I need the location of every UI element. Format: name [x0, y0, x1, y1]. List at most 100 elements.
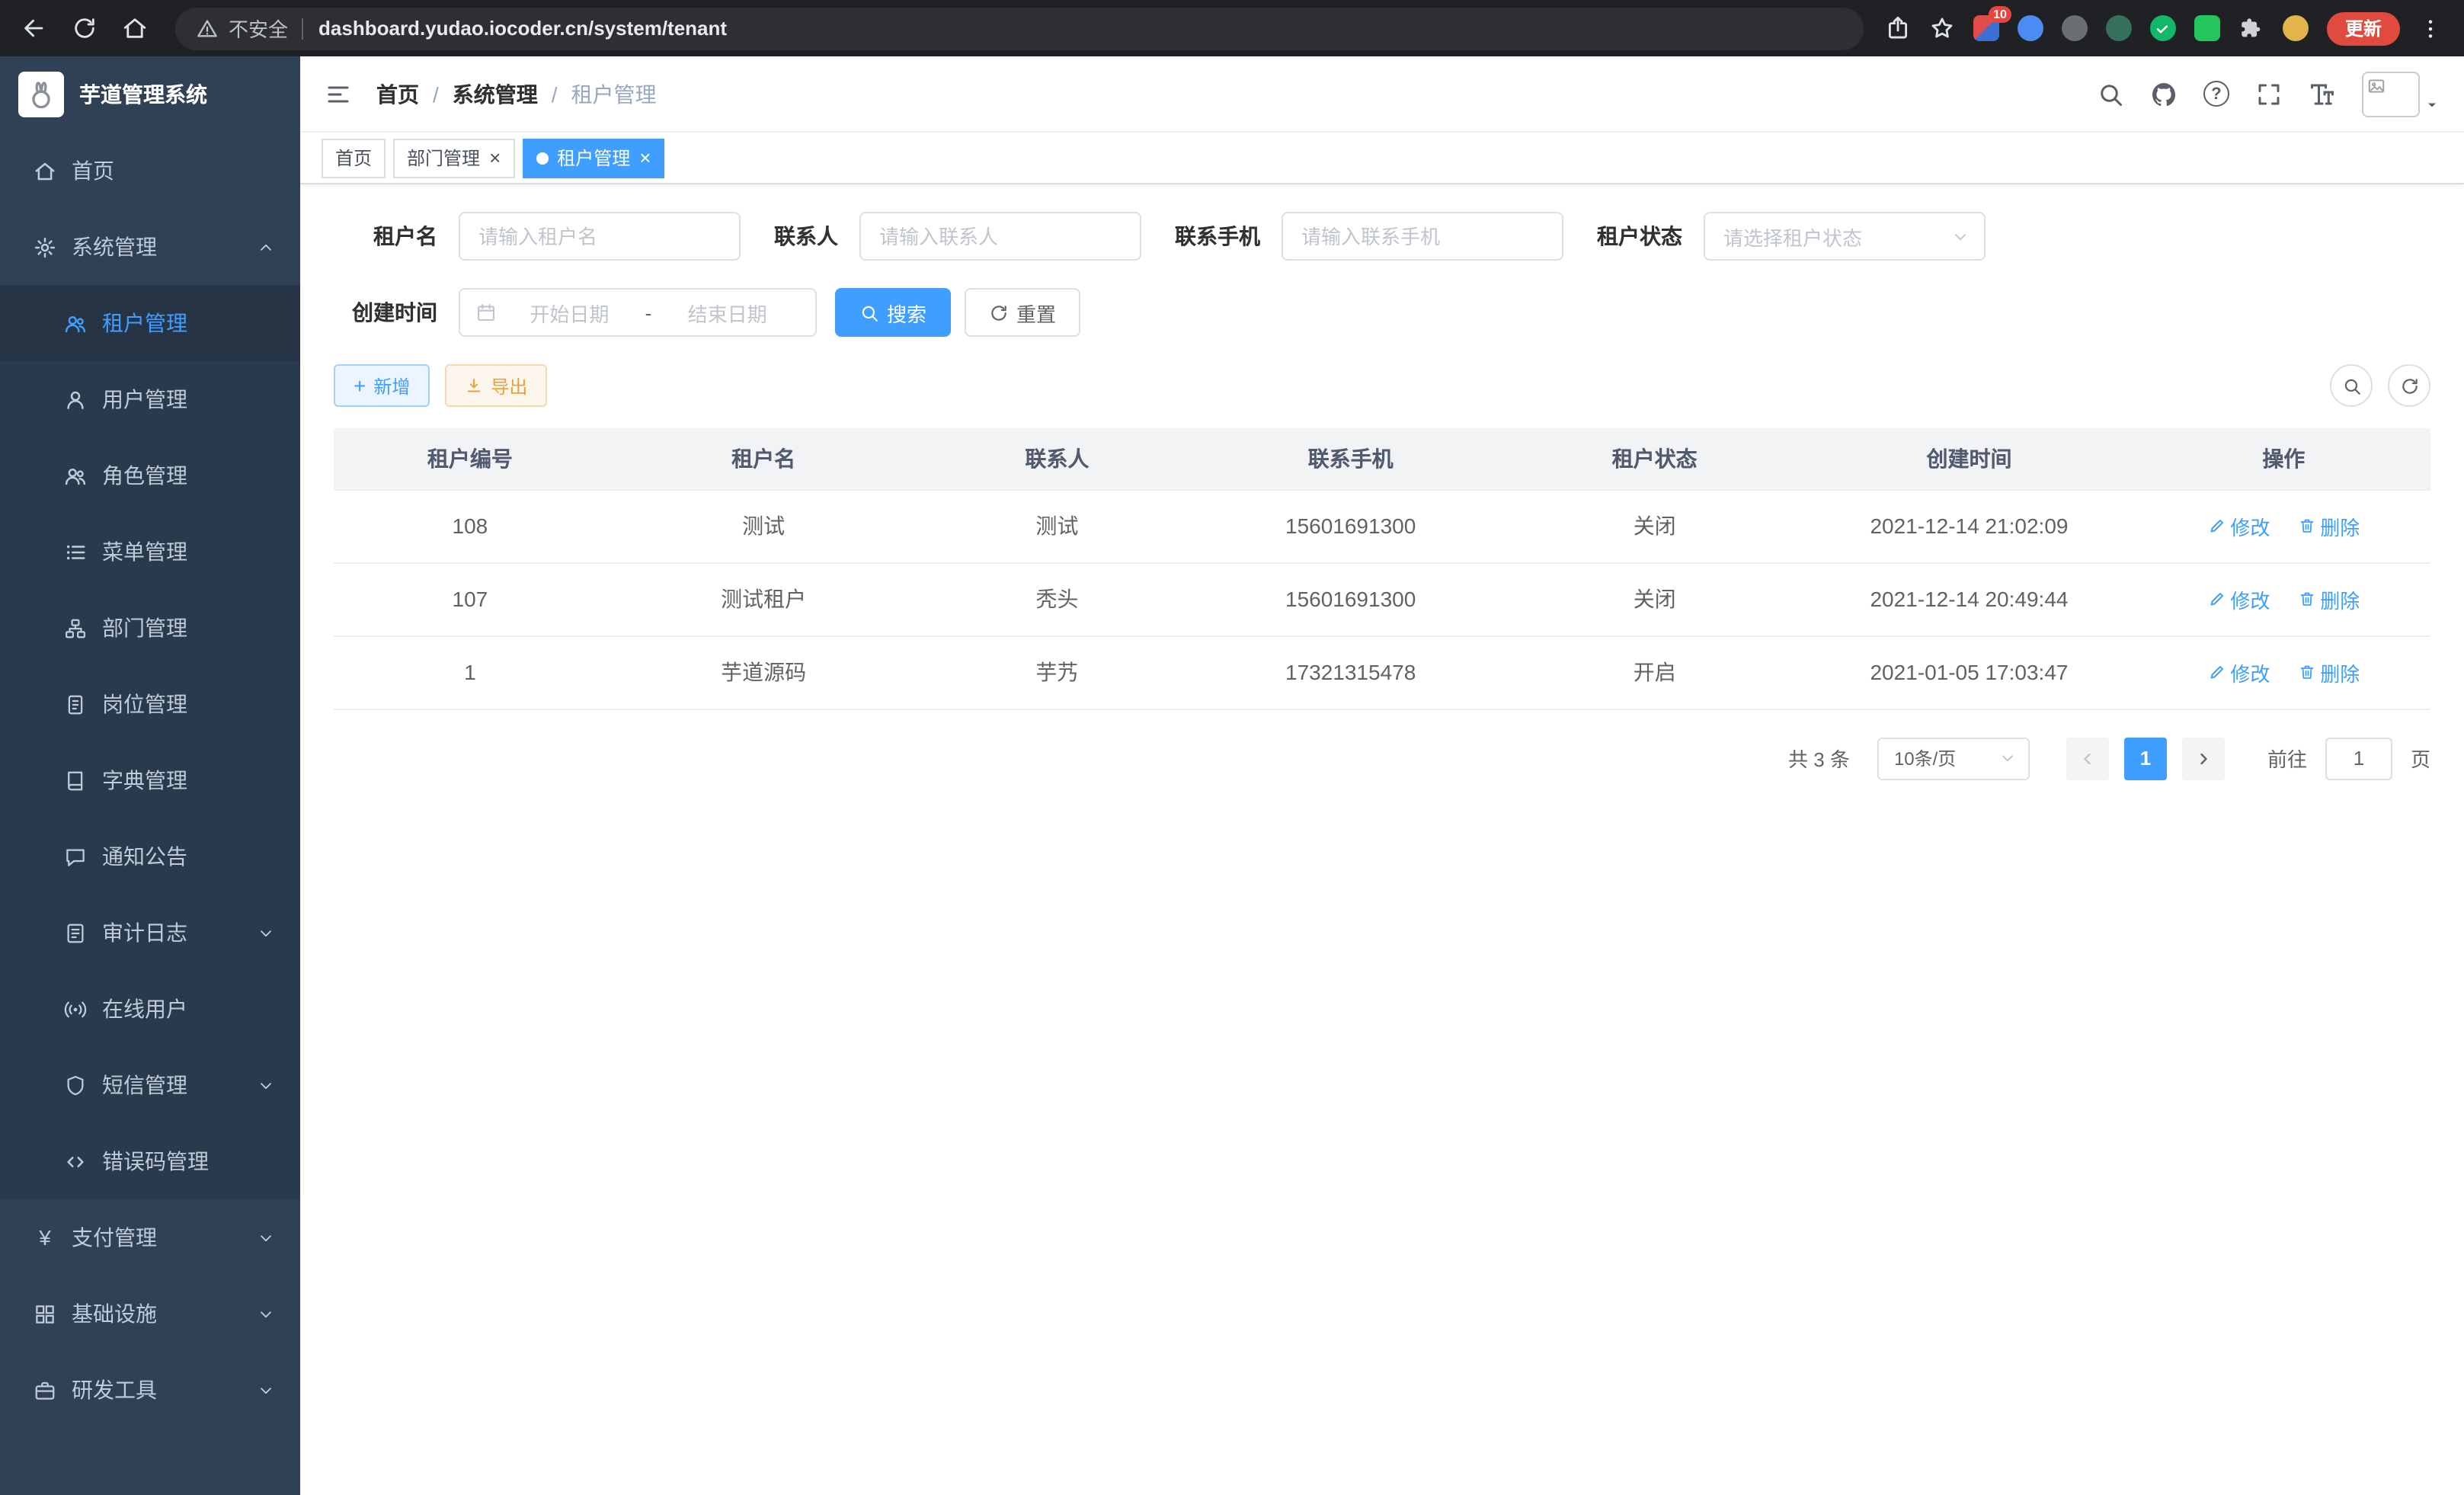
app-logo[interactable]: 芋道管理系统 [0, 56, 300, 133]
delete-link[interactable]: 删除 [2297, 511, 2360, 540]
phone-input[interactable] [1282, 212, 1563, 261]
browser-reload-icon[interactable] [72, 15, 98, 41]
extension-icon-2[interactable] [2018, 15, 2043, 41]
home-icon [34, 159, 56, 182]
extension-icon-5[interactable] [2150, 15, 2176, 41]
browser-right-controls: 10 更新 [1879, 11, 2449, 45]
table-row: 1 芋道源码 芋艿 17321315478 开启 2021-01-05 17:0… [334, 635, 2430, 709]
edit-link[interactable]: 修改 [2207, 511, 2270, 540]
browser-home-icon[interactable] [122, 15, 148, 41]
broken-image-icon [2366, 75, 2386, 95]
system-submenu: 租户管理 用户管理 角色管理 菜单管理 [0, 285, 300, 1199]
edit-pencil-icon [2207, 663, 2226, 681]
chevron-down-icon [258, 1229, 274, 1246]
refresh-table-button[interactable] [2388, 364, 2430, 407]
page-size-select[interactable]: 10条/页 [1877, 737, 2030, 780]
sidebar-item-dept[interactable]: 部门管理 [0, 590, 300, 666]
log-icon [64, 921, 87, 944]
tab-tenant[interactable]: 租户管理 × [522, 138, 664, 178]
status-text: 开启 [1508, 635, 1801, 709]
sidebar-item-dict[interactable]: 字典管理 [0, 742, 300, 818]
user-avatar-dropdown[interactable] [2362, 71, 2440, 117]
download-icon [465, 376, 483, 395]
edit-link[interactable]: 修改 [2207, 658, 2270, 687]
breadcrumb-home[interactable]: 首页 [376, 78, 419, 109]
sidebar-item-error-code[interactable]: 错误码管理 [0, 1123, 300, 1199]
browser-back-icon[interactable] [21, 15, 47, 41]
bookmark-star-icon[interactable] [1929, 15, 1955, 41]
header-search-icon[interactable] [2097, 80, 2124, 107]
reset-button[interactable]: 重置 [965, 288, 1080, 337]
tenant-name-input[interactable] [459, 212, 741, 261]
delete-link[interactable]: 删除 [2297, 658, 2360, 687]
code-icon [64, 1150, 87, 1173]
sidebar-item-role[interactable]: 角色管理 [0, 437, 300, 514]
sidebar-toggle-icon[interactable] [325, 80, 352, 107]
trash-icon [2297, 590, 2315, 608]
edit-pencil-icon [2207, 517, 2226, 535]
sidebar-item-audit-log[interactable]: 审计日志 [0, 895, 300, 971]
tab-home[interactable]: 首页 [322, 138, 386, 178]
next-page-button[interactable] [2182, 737, 2225, 780]
address-bar[interactable]: 不安全 dashboard.yudao.iocoder.cn/system/te… [175, 7, 1864, 50]
edit-pencil-icon [2207, 590, 2226, 608]
search-button[interactable]: 搜索 [835, 288, 951, 337]
sidebar-item-sms[interactable]: 短信管理 [0, 1047, 300, 1123]
pagination: 共 3 条 10条/页 1 前往 页 [334, 737, 2430, 780]
url-text: dashboard.yudao.iocoder.cn/system/tenant [318, 17, 727, 40]
prev-page-button[interactable] [2066, 737, 2109, 780]
browser-menu-icon[interactable] [2418, 16, 2443, 40]
app-window: 芋道管理系统 首页 系统管理 租户管理 [0, 56, 2464, 1495]
sidebar-item-menu[interactable]: 菜单管理 [0, 514, 300, 590]
col-tenant-id: 租户编号 [334, 428, 606, 489]
book-icon [64, 769, 87, 792]
gear-icon [34, 235, 56, 258]
tab-close-icon[interactable]: × [639, 148, 651, 168]
font-size-icon[interactable] [2309, 80, 2336, 107]
create-time-range-picker[interactable]: 开始日期 - 结束日期 [459, 288, 817, 337]
sidebar-item-infra[interactable]: 基础设施 [0, 1276, 300, 1352]
fullscreen-icon[interactable] [2255, 80, 2283, 107]
extension-icon-1[interactable]: 10 [1973, 15, 1999, 41]
toggle-search-button[interactable] [2330, 364, 2373, 407]
browser-profile-avatar[interactable] [2283, 15, 2309, 41]
chrome-update-button[interactable]: 更新 [2327, 11, 2400, 45]
extension-icon-3[interactable] [2062, 15, 2088, 41]
chevron-right-icon [2194, 749, 2213, 767]
page-number-button[interactable]: 1 [2124, 737, 2167, 780]
extension-icon-4[interactable] [2106, 15, 2132, 41]
tab-dept[interactable]: 部门管理 × [393, 138, 514, 178]
tab-close-icon[interactable]: × [489, 148, 501, 168]
tenant-status-select[interactable]: 请选择租户状态 [1704, 212, 1986, 261]
menu-list-icon [64, 540, 87, 563]
sidebar-item-notice[interactable]: 通知公告 [0, 818, 300, 895]
sidebar-item-online-user[interactable]: 在线用户 [0, 971, 300, 1047]
sidebar-item-post[interactable]: 岗位管理 [0, 666, 300, 742]
security-label: 不安全 [229, 14, 288, 43]
sidebar-item-user[interactable]: 用户管理 [0, 361, 300, 437]
extensions-puzzle-icon[interactable] [2238, 15, 2264, 41]
sidebar-item-payment[interactable]: ¥ 支付管理 [0, 1199, 300, 1276]
sidebar-item-system[interactable]: 系统管理 [0, 209, 300, 285]
extension-icon-6[interactable] [2194, 15, 2220, 41]
breadcrumb-system[interactable]: 系统管理 [453, 78, 538, 109]
goto-page-input[interactable] [2325, 737, 2392, 780]
sidebar-item-home[interactable]: 首页 [0, 133, 300, 209]
add-button[interactable]: + 新增 [334, 364, 430, 407]
browser-nav-buttons [21, 15, 148, 41]
grid-icon [34, 1302, 56, 1325]
chat-icon [64, 845, 87, 868]
delete-link[interactable]: 删除 [2297, 584, 2360, 613]
col-actions: 操作 [2137, 428, 2430, 489]
contact-input[interactable] [859, 212, 1141, 261]
edit-link[interactable]: 修改 [2207, 584, 2270, 613]
security-warning-icon[interactable] [197, 18, 218, 39]
export-button[interactable]: 导出 [445, 364, 547, 407]
sidebar-item-dev-tools[interactable]: 研发工具 [0, 1352, 300, 1428]
status-text: 关闭 [1508, 562, 1801, 635]
github-icon[interactable] [2150, 80, 2178, 107]
docs-question-icon[interactable]: ? [2203, 81, 2229, 107]
sidebar-item-tenant[interactable]: 租户管理 [0, 285, 300, 361]
shield-icon [64, 1074, 87, 1096]
share-icon[interactable] [1885, 15, 1911, 41]
